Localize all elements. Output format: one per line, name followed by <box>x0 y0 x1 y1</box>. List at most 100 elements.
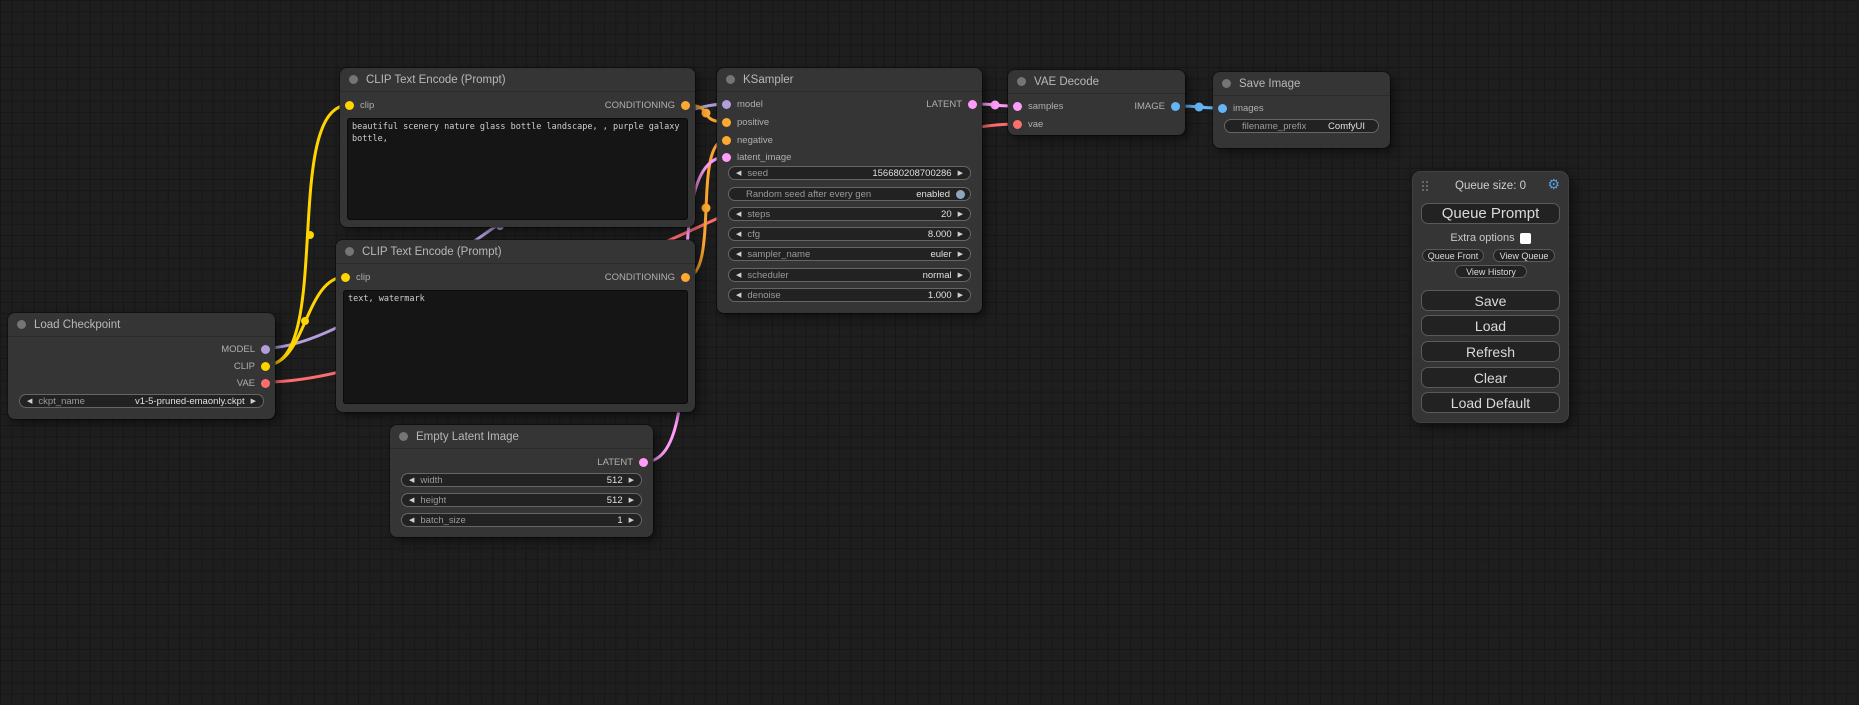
decrement-arrow-icon[interactable]: ◀ <box>736 170 741 177</box>
node-header[interactable]: KSampler <box>717 68 982 92</box>
collapse-dot-icon[interactable] <box>17 320 26 329</box>
collapse-dot-icon[interactable] <box>349 75 358 84</box>
output-slot-clip[interactable]: CLIP <box>234 359 270 373</box>
decrement-arrow-icon[interactable]: ◀ <box>409 517 414 524</box>
node-header[interactable]: CLIP Text Encode (Prompt) <box>340 68 695 92</box>
input-slot-positive[interactable]: positive <box>722 115 769 129</box>
increment-arrow-icon[interactable]: ▶ <box>629 477 634 484</box>
ckpt-name-widget[interactable]: ◀ ckpt_name v1-5-pruned-emaonly.ckpt ▶ <box>19 394 264 408</box>
view-history-button[interactable]: View History <box>1455 265 1527 278</box>
node-header[interactable]: Load Checkpoint <box>8 313 275 337</box>
input-slot-clip[interactable]: clip <box>341 270 370 284</box>
batch-size-widget[interactable]: ◀ batch_size 1 ▶ <box>401 513 642 527</box>
filename-prefix-widget[interactable]: filename_prefix ComfyUI <box>1224 119 1379 133</box>
collapse-dot-icon[interactable] <box>345 247 354 256</box>
collapse-dot-icon[interactable] <box>1222 79 1231 88</box>
cfg-widget[interactable]: ◀ cfg 8.000 ▶ <box>728 227 971 241</box>
conditioning-output-dot-icon[interactable] <box>681 101 690 110</box>
output-slot-image[interactable]: IMAGE <box>1134 99 1180 113</box>
save-button[interactable]: Save <box>1421 290 1560 311</box>
input-slot-vae[interactable]: vae <box>1013 117 1043 131</box>
image-output-dot-icon[interactable] <box>1171 102 1180 111</box>
increment-arrow-icon[interactable]: ▶ <box>958 272 963 279</box>
load-button[interactable]: Load <box>1421 315 1560 336</box>
decrement-arrow-icon[interactable]: ◀ <box>409 477 414 484</box>
collapse-dot-icon[interactable] <box>1017 77 1026 86</box>
width-widget[interactable]: ◀ width 512 ▶ <box>401 473 642 487</box>
steps-widget[interactable]: ◀ steps 20 ▶ <box>728 207 971 221</box>
node-clip-text-encode-positive[interactable]: CLIP Text Encode (Prompt) clip CONDITION… <box>340 68 695 227</box>
positive-input-dot-icon[interactable] <box>722 118 731 127</box>
output-slot-latent[interactable]: LATENT <box>597 455 648 469</box>
output-slot-latent[interactable]: LATENT <box>926 97 977 111</box>
latent-output-dot-icon[interactable] <box>968 100 977 109</box>
latent-image-input-dot-icon[interactable] <box>722 153 731 162</box>
node-vae-decode[interactable]: VAE Decode samples IMAGE vae <box>1008 70 1185 135</box>
decrement-arrow-icon[interactable]: ◀ <box>27 398 32 405</box>
output-slot-vae[interactable]: VAE <box>237 376 270 390</box>
positive-prompt-textarea[interactable]: beautiful scenery nature glass bottle la… <box>347 118 688 220</box>
input-slot-images[interactable]: images <box>1218 101 1264 115</box>
increment-arrow-icon[interactable]: ▶ <box>958 170 963 177</box>
seed-widget[interactable]: ◀ seed 156680208700286 ▶ <box>728 166 971 180</box>
node-clip-text-encode-negative[interactable]: CLIP Text Encode (Prompt) clip CONDITION… <box>336 240 695 412</box>
collapse-dot-icon[interactable] <box>726 75 735 84</box>
decrement-arrow-icon[interactable]: ◀ <box>736 211 741 218</box>
model-input-dot-icon[interactable] <box>722 100 731 109</box>
height-widget[interactable]: ◀ height 512 ▶ <box>401 493 642 507</box>
vae-output-dot-icon[interactable] <box>261 379 270 388</box>
input-slot-samples[interactable]: samples <box>1013 99 1063 113</box>
model-output-dot-icon[interactable] <box>261 345 270 354</box>
input-slot-negative[interactable]: negative <box>722 133 773 147</box>
increment-arrow-icon[interactable]: ▶ <box>958 292 963 299</box>
decrement-arrow-icon[interactable]: ◀ <box>409 497 414 504</box>
collapse-dot-icon[interactable] <box>399 432 408 441</box>
clip-input-dot-icon[interactable] <box>341 273 350 282</box>
latent-output-dot-icon[interactable] <box>639 458 648 467</box>
conditioning-output-dot-icon[interactable] <box>681 273 690 282</box>
settings-gear-icon[interactable]: ⚙ <box>1547 177 1560 191</box>
extra-options-checkbox[interactable] <box>1520 233 1531 244</box>
clear-button[interactable]: Clear <box>1421 367 1560 388</box>
decrement-arrow-icon[interactable]: ◀ <box>736 231 741 238</box>
sampler-name-widget[interactable]: ◀ sampler_name euler ▶ <box>728 247 971 261</box>
increment-arrow-icon[interactable]: ▶ <box>629 517 634 524</box>
negative-prompt-textarea[interactable]: text, watermark <box>343 290 688 404</box>
increment-arrow-icon[interactable]: ▶ <box>629 497 634 504</box>
negative-input-dot-icon[interactable] <box>722 136 731 145</box>
input-slot-latent-image[interactable]: latent_image <box>722 150 791 164</box>
output-slot-model[interactable]: MODEL <box>221 342 270 356</box>
load-default-button[interactable]: Load Default <box>1421 392 1560 413</box>
node-empty-latent-image[interactable]: Empty Latent Image LATENT ◀ width 512 ▶ … <box>390 425 653 537</box>
increment-arrow-icon[interactable]: ▶ <box>958 231 963 238</box>
decrement-arrow-icon[interactable]: ◀ <box>736 272 741 279</box>
increment-arrow-icon[interactable]: ▶ <box>958 211 963 218</box>
view-queue-button[interactable]: View Queue <box>1493 249 1555 262</box>
output-slot-conditioning[interactable]: CONDITIONING <box>605 270 690 284</box>
queue-prompt-button[interactable]: Queue Prompt <box>1421 203 1560 224</box>
input-slot-clip[interactable]: clip <box>345 98 374 112</box>
queue-front-button[interactable]: Queue Front <box>1422 249 1484 262</box>
images-input-dot-icon[interactable] <box>1218 104 1227 113</box>
refresh-button[interactable]: Refresh <box>1421 341 1560 362</box>
denoise-widget[interactable]: ◀ denoise 1.000 ▶ <box>728 288 971 302</box>
vae-input-dot-icon[interactable] <box>1013 120 1022 129</box>
node-ksampler[interactable]: KSampler model LATENT positive negative … <box>717 68 982 313</box>
input-slot-model[interactable]: model <box>722 97 763 111</box>
node-header[interactable]: VAE Decode <box>1008 70 1185 94</box>
node-load-checkpoint[interactable]: Load Checkpoint MODEL CLIP VAE ◀ ckpt_na… <box>8 313 275 419</box>
node-save-image[interactable]: Save Image images filename_prefix ComfyU… <box>1213 72 1390 148</box>
increment-arrow-icon[interactable]: ▶ <box>958 251 963 258</box>
scheduler-widget[interactable]: ◀ scheduler normal ▶ <box>728 268 971 282</box>
clip-input-dot-icon[interactable] <box>345 101 354 110</box>
increment-arrow-icon[interactable]: ▶ <box>251 398 256 405</box>
clip-output-dot-icon[interactable] <box>261 362 270 371</box>
node-header[interactable]: CLIP Text Encode (Prompt) <box>336 240 695 264</box>
node-header[interactable]: Empty Latent Image <box>390 425 653 449</box>
decrement-arrow-icon[interactable]: ◀ <box>736 251 741 258</box>
toggle-enabled-dot-icon[interactable] <box>956 190 965 199</box>
output-slot-conditioning[interactable]: CONDITIONING <box>605 98 690 112</box>
decrement-arrow-icon[interactable]: ◀ <box>736 292 741 299</box>
samples-input-dot-icon[interactable] <box>1013 102 1022 111</box>
node-header[interactable]: Save Image <box>1213 72 1390 96</box>
